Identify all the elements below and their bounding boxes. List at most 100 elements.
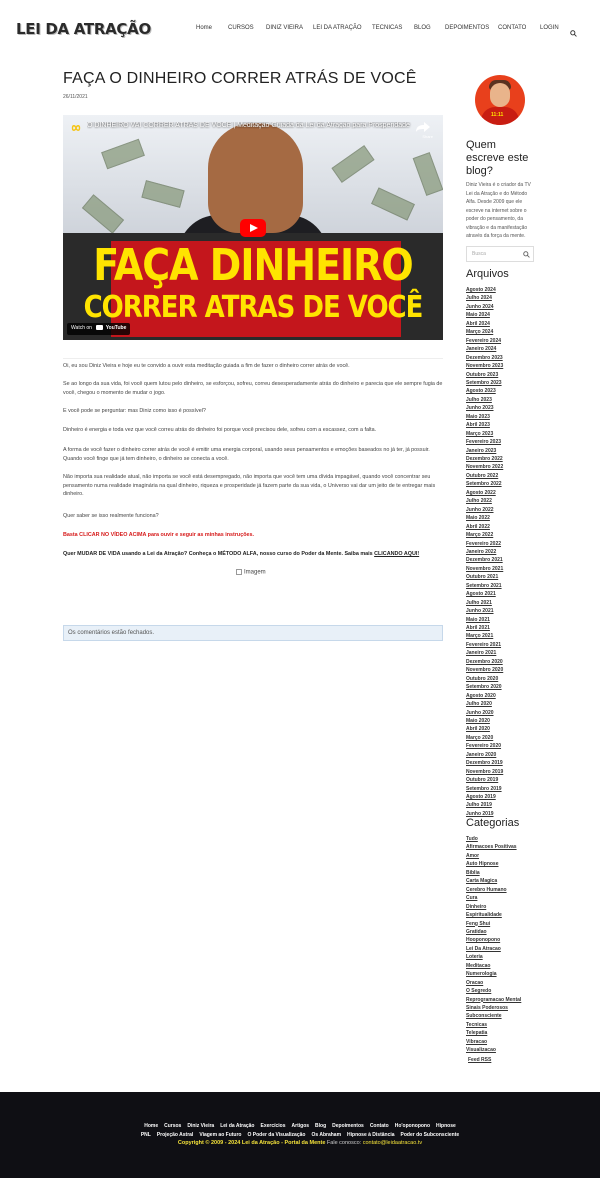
archive-link[interactable]: Agosto 2020: [466, 693, 496, 699]
archive-link[interactable]: Fevereiro 2024: [466, 338, 501, 344]
category-link[interactable]: Telepatia: [466, 1030, 487, 1036]
archive-link[interactable]: Julho 2019: [466, 802, 492, 808]
archive-link[interactable]: Agosto 2024: [466, 287, 496, 293]
archive-link[interactable]: Junho 2019: [466, 811, 494, 817]
archive-link[interactable]: Outubro 2019: [466, 777, 498, 783]
archive-link[interactable]: Junho 2021: [466, 608, 494, 614]
nav-diniz-vieira[interactable]: DINIZ VIEIRA: [266, 25, 303, 31]
archive-link[interactable]: Março 2022: [466, 532, 493, 538]
archive-link[interactable]: Setembro 2021: [466, 583, 502, 589]
archive-link[interactable]: Janeiro 2024: [466, 346, 496, 352]
footer-link[interactable]: Projeção Astral: [157, 1132, 194, 1138]
archive-link[interactable]: Julho 2020: [466, 701, 492, 707]
archive-link[interactable]: Março 2024: [466, 329, 493, 335]
category-link[interactable]: Loteria: [466, 954, 483, 960]
archive-link[interactable]: Maio 2021: [466, 617, 490, 623]
archive-link[interactable]: Maio 2022: [466, 515, 490, 521]
archive-link[interactable]: Janeiro 2022: [466, 549, 496, 555]
archive-link[interactable]: Outubro 2021: [466, 574, 498, 580]
archive-link[interactable]: Fevereiro 2020: [466, 743, 501, 749]
category-link[interactable]: Hooponopono: [466, 937, 500, 943]
category-link[interactable]: Tecnicas: [466, 1022, 487, 1028]
category-link[interactable]: Vibracao: [466, 1039, 487, 1045]
category-link[interactable]: Dinheiro: [466, 904, 486, 910]
watch-on-youtube-button[interactable]: Watch on YouTube: [67, 323, 131, 335]
category-link[interactable]: Sinais Poderosos: [466, 1005, 508, 1011]
share-label[interactable]: Share: [422, 134, 433, 139]
archive-link[interactable]: Julho 2021: [466, 600, 492, 606]
archive-link[interactable]: Setembro 2022: [466, 481, 502, 487]
archive-link[interactable]: Outubro 2022: [466, 473, 498, 479]
archive-link[interactable]: Abril 2023: [466, 422, 490, 428]
category-link[interactable]: Numerologia: [466, 971, 497, 977]
archive-link[interactable]: Fevereiro 2023: [466, 439, 501, 445]
category-link[interactable]: Gratidao: [466, 929, 487, 935]
category-link[interactable]: Reprogramacao Mental: [466, 997, 521, 1003]
nav-home[interactable]: Home: [196, 25, 212, 31]
category-link[interactable]: Carta Magica: [466, 878, 497, 884]
search-icon[interactable]: [570, 24, 577, 37]
archive-link[interactable]: Julho 2024: [466, 295, 492, 301]
archive-link[interactable]: Junho 2022: [466, 507, 494, 513]
archive-link[interactable]: Junho 2023: [466, 405, 494, 411]
contact-email-link[interactable]: contato@leidaatracao.tv: [363, 1140, 422, 1146]
video-title[interactable]: O DINHEIRO VAI CORRER ATRÁS DE VOCÊ | Me…: [87, 122, 417, 129]
archive-link[interactable]: Abril 2022: [466, 524, 490, 530]
footer-link[interactable]: Poder do Subconsciente: [401, 1132, 460, 1138]
archive-link[interactable]: Dezembro 2023: [466, 355, 503, 361]
sidebar-search-input[interactable]: Busca: [466, 246, 534, 262]
category-link[interactable]: Cura: [466, 895, 477, 901]
archive-link[interactable]: Abril 2020: [466, 726, 490, 732]
nav-cursos[interactable]: CURSOS: [228, 25, 254, 31]
category-link[interactable]: O Segredo: [466, 988, 491, 994]
archive-link[interactable]: Maio 2023: [466, 414, 490, 420]
category-link[interactable]: Oracao: [466, 980, 483, 986]
archive-link[interactable]: Novembro 2020: [466, 667, 503, 673]
nav-tecnicas[interactable]: TECNICAS: [372, 25, 402, 31]
footer-link[interactable]: Os Abraham: [311, 1132, 341, 1138]
category-link[interactable]: Meditacao: [466, 963, 490, 969]
category-link[interactable]: Amor: [466, 853, 479, 859]
category-link[interactable]: Feng Shui: [466, 921, 490, 927]
archive-link[interactable]: Março 2020: [466, 735, 493, 741]
archive-link[interactable]: Agosto 2023: [466, 388, 496, 394]
archive-link[interactable]: Fevereiro 2021: [466, 642, 501, 648]
footer-link[interactable]: Viagem ao Futuro: [199, 1132, 241, 1138]
nav-depoimentos[interactable]: DEPOIMENTOS: [445, 25, 489, 31]
archive-link[interactable]: Julho 2022: [466, 498, 492, 504]
archive-link[interactable]: Dezembro 2019: [466, 760, 503, 766]
feed-rss-link[interactable]: Feed RSS: [468, 1057, 491, 1063]
youtube-embed[interactable]: FAÇA DINHEIRO CORRER ATRAS DE VOCÊ O DIN…: [63, 115, 443, 340]
archive-link[interactable]: Dezembro 2021: [466, 557, 503, 563]
cta-link[interactable]: CLICANDO AQUI!: [374, 551, 419, 557]
footer-link[interactable]: O Poder da Visualização: [247, 1132, 305, 1138]
archive-link[interactable]: Junho 2020: [466, 710, 494, 716]
archive-link[interactable]: Setembro 2020: [466, 684, 502, 690]
archive-link[interactable]: Novembro 2021: [466, 566, 503, 572]
play-button-icon[interactable]: [240, 219, 266, 237]
category-link[interactable]: Afirmacoes Positivas: [466, 844, 517, 850]
archive-link[interactable]: Abril 2021: [466, 625, 490, 631]
archive-link[interactable]: Julho 2023: [466, 397, 492, 403]
nav-lei-da-atracao[interactable]: LEI DA ATRAÇÃO: [313, 25, 362, 31]
archive-link[interactable]: Agosto 2022: [466, 490, 496, 496]
nav-blog[interactable]: BLOG: [414, 25, 431, 31]
channel-infinity-icon[interactable]: [69, 120, 83, 131]
archive-link[interactable]: Fevereiro 2022: [466, 541, 501, 547]
archive-link[interactable]: Maio 2020: [466, 718, 490, 724]
category-link[interactable]: Subconsciente: [466, 1013, 502, 1019]
archive-link[interactable]: Novembro 2019: [466, 769, 503, 775]
archive-link[interactable]: Outubro 2023: [466, 372, 498, 378]
archive-link[interactable]: Setembro 2019: [466, 786, 502, 792]
archive-link[interactable]: Novembro 2023: [466, 363, 503, 369]
archive-link[interactable]: Setembro 2023: [466, 380, 502, 386]
archive-link[interactable]: Maio 2024: [466, 312, 490, 318]
archive-link[interactable]: Dezembro 2020: [466, 659, 503, 665]
category-link[interactable]: Espiritualidade: [466, 912, 502, 918]
footer-link[interactable]: Hipnose à Distância: [347, 1132, 395, 1138]
nav-contato[interactable]: CONTATO: [498, 25, 526, 31]
category-link[interactable]: Lei Da Atracao: [466, 946, 501, 952]
search-icon[interactable]: [523, 251, 530, 258]
category-link[interactable]: Auto Hipnose: [466, 861, 499, 867]
archive-link[interactable]: Outubro 2020: [466, 676, 498, 682]
